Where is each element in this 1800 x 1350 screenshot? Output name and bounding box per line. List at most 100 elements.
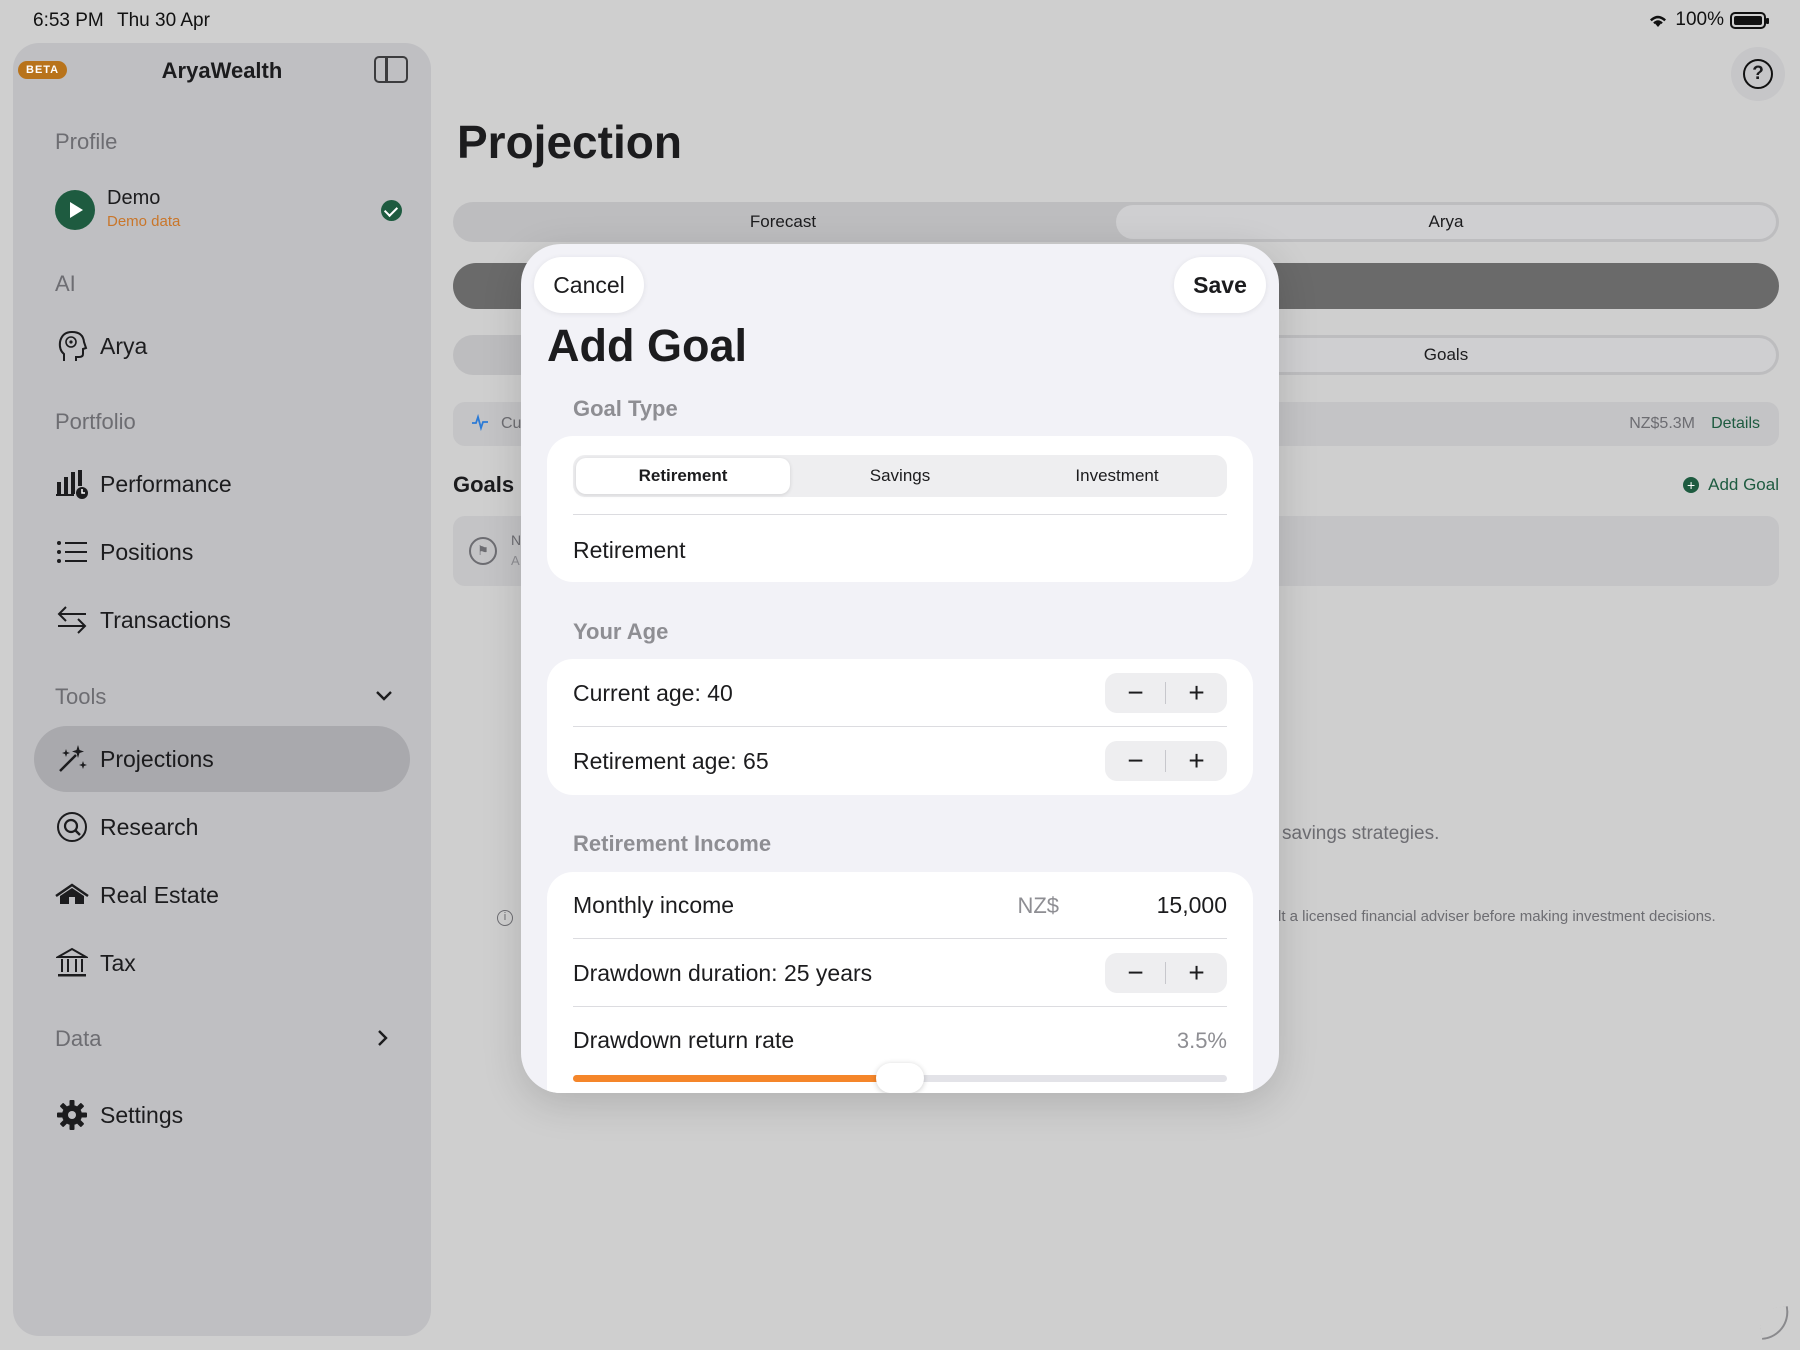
chevron-right-icon[interactable] [377, 1029, 389, 1047]
slider-thumb[interactable] [876, 1063, 924, 1093]
save-button[interactable]: Save [1174, 257, 1266, 313]
section-ai: AI [55, 271, 76, 296]
chevron-down-icon[interactable] [375, 690, 393, 702]
goal-name-field[interactable]: Retirement [573, 537, 685, 564]
divider [573, 1006, 1227, 1007]
decrement-button[interactable]: − [1105, 741, 1166, 781]
disclaimer-text: lt a licensed financial adviser before m… [1278, 908, 1716, 925]
page-title: Projection [457, 116, 682, 168]
details-link[interactable]: Details [1711, 415, 1760, 433]
divider [573, 938, 1227, 939]
plus-circle-icon: + [1683, 477, 1700, 493]
profile-row[interactable]: Demo Demo data [55, 186, 405, 238]
sidebar-item-tax[interactable]: Tax [34, 930, 410, 996]
sidebar-item-settings[interactable]: Settings [34, 1082, 410, 1148]
income-card: Monthly income NZ$ 15,000 Drawdown durat… [547, 872, 1253, 1093]
sidebar-item-arya[interactable]: Arya [34, 313, 410, 379]
goal-type-retirement[interactable]: Retirement [576, 458, 790, 494]
profile-subtitle: Demo data [107, 213, 181, 230]
houses-icon [54, 877, 90, 913]
monthly-income-input[interactable]: 15,000 [1157, 892, 1227, 919]
sidebar-item-label: Transactions [100, 606, 231, 633]
profile-name: Demo [107, 187, 161, 209]
sheet-title: Add Goal [547, 320, 747, 371]
goal-type-picker: Retirement Savings Investment [573, 455, 1227, 497]
add-goal-sheet: Cancel Save Add Goal Goal Type Retiremen… [521, 244, 1279, 1093]
info-icon: i [497, 910, 513, 926]
drawdown-return-slider[interactable] [573, 1063, 1227, 1093]
divider [573, 726, 1227, 727]
decrement-button[interactable]: − [1105, 953, 1166, 993]
question-icon: ? [1743, 59, 1773, 89]
currency-label: NZ$ [1017, 893, 1059, 918]
magic-wand-icon [54, 741, 90, 777]
goal-subtitle: A [511, 553, 520, 568]
tab-forecast[interactable]: Forecast [453, 202, 1113, 242]
flag-icon: ⚑ [469, 537, 497, 565]
cancel-button[interactable]: Cancel [534, 257, 644, 313]
sidebar-item-label: Arya [100, 332, 148, 359]
sidebar-item-real-estate[interactable]: Real Estate [34, 862, 410, 928]
section-your-age: Your Age [573, 619, 669, 644]
section-profile: Profile [55, 129, 118, 154]
help-button[interactable]: ? [1731, 47, 1785, 101]
status-date: Thu 30 Apr [117, 10, 210, 31]
status-bar: 6:53 PM Thu 30 Apr 100% [0, 0, 1800, 42]
pulse-icon [471, 413, 489, 436]
drawdown-return-label: Drawdown return rate [573, 1027, 795, 1053]
battery-percent: 100% [1675, 9, 1724, 30]
retirement-age-stepper: − + [1105, 741, 1227, 781]
add-goal-button[interactable]: + Add Goal [1683, 475, 1779, 495]
increment-button[interactable]: + [1166, 673, 1227, 713]
sidebar-item-positions[interactable]: Positions [34, 519, 410, 585]
empty-state-text: savings strategies. [1282, 823, 1440, 844]
sidebar-toggle-icon[interactable] [374, 56, 408, 83]
divider [573, 514, 1227, 515]
increment-button[interactable]: + [1166, 953, 1227, 993]
tab-arya[interactable]: Arya [1116, 205, 1776, 239]
age-card: Current age: 40 − + Retirement age: 65 −… [547, 659, 1253, 795]
brain-head-icon [54, 328, 90, 364]
sidebar-item-label: Performance [100, 470, 232, 497]
slider-fill [573, 1075, 900, 1082]
sidebar: BETA AryaWealth Profile Demo Demo data A… [13, 43, 431, 1336]
section-portfolio: Portfolio [55, 409, 136, 434]
sidebar-item-research[interactable]: Research [34, 794, 410, 860]
chart-bars-icon [54, 466, 90, 502]
goal-type-savings[interactable]: Savings [793, 458, 1007, 494]
goal-type-card: Retirement Savings Investment Retirement [547, 436, 1253, 582]
checkmark-icon [381, 200, 402, 221]
current-age-stepper: − + [1105, 673, 1227, 713]
section-tools: Tools [55, 684, 107, 709]
sidebar-item-projections[interactable]: Projections [34, 726, 410, 792]
play-icon [55, 190, 95, 230]
sidebar-item-label: Research [100, 813, 199, 840]
bank-building-icon [54, 945, 90, 981]
sidebar-item-transactions[interactable]: Transactions [34, 587, 410, 653]
section-retirement-income: Retirement Income [573, 831, 772, 856]
list-icon [54, 534, 90, 570]
gear-icon [54, 1097, 90, 1133]
summary-label: Cu [501, 415, 522, 432]
sidebar-item-label: Projections [100, 745, 214, 772]
decrement-button[interactable]: − [1105, 673, 1166, 713]
goals-heading: Goals [453, 472, 515, 497]
current-age-label: Current age: 40 [573, 680, 733, 706]
search-circle-icon [54, 809, 90, 845]
section-data: Data [55, 1026, 102, 1051]
sidebar-item-label: Tax [100, 949, 136, 976]
increment-button[interactable]: + [1166, 741, 1227, 781]
drawdown-duration-label: Drawdown duration: 25 years [573, 960, 873, 986]
summary-value: NZ$5.3M [1629, 415, 1695, 432]
sidebar-item-performance[interactable]: Performance [34, 451, 410, 517]
resize-corner-icon[interactable] [1758, 1306, 1792, 1340]
monthly-income-label: Monthly income [573, 892, 735, 918]
goal-type-investment[interactable]: Investment [1010, 458, 1224, 494]
battery-icon [1730, 11, 1769, 29]
drawdown-return-value: 3.5% [1176, 1028, 1227, 1053]
drawdown-duration-stepper: − + [1105, 953, 1227, 993]
sidebar-item-label: Positions [100, 538, 194, 565]
sidebar-item-label: Real Estate [100, 881, 219, 908]
add-goal-label: Add Goal [1708, 475, 1779, 494]
arrows-swap-icon [54, 602, 90, 638]
